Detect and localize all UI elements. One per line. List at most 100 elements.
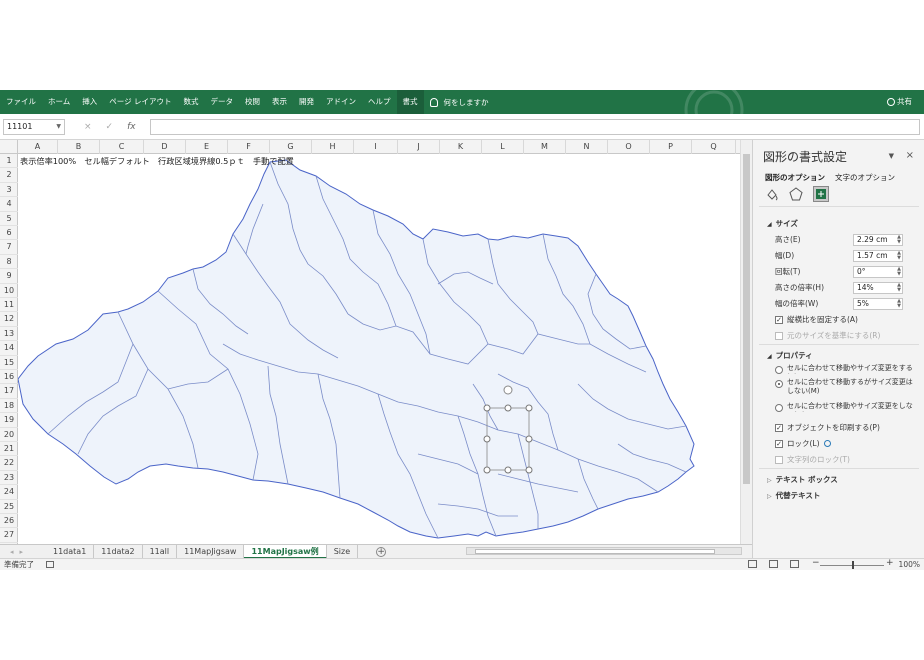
column-header-e[interactable]: E (186, 140, 228, 154)
tab-home[interactable]: ホーム (42, 90, 76, 114)
row-header-21[interactable]: 21 (0, 442, 18, 457)
tab-insert[interactable]: 挿入 (76, 90, 103, 114)
rotation-input[interactable]: 0° ▲ ▼ (853, 266, 903, 278)
sheet-tab-11data2[interactable]: 11data2 (94, 544, 143, 559)
zoom-in-button[interactable]: + (886, 558, 894, 568)
row-header-2[interactable]: 2 (0, 168, 18, 183)
size-properties-icon[interactable] (813, 186, 829, 202)
width-input[interactable]: 1.57 cm ▲ ▼ (853, 250, 903, 262)
scale-height-input[interactable]: 14% ▲ ▼ (853, 282, 903, 294)
radio-move-no-size[interactable]: セルに合わせて移動するがサイズ変更はしない(M) (775, 378, 915, 396)
sheet-tab-11all[interactable]: 11all (143, 544, 178, 559)
zoom-level[interactable]: 100% (899, 559, 920, 571)
row-header-10[interactable]: 10 (0, 284, 18, 298)
worksheet-grid[interactable]: ABCDEFGHIJKLMNOPQ 1 2 3 4 5 6 7 8 9 10 11 12 13 14 15 1… (0, 140, 740, 544)
column-header-l[interactable]: L (482, 140, 524, 154)
tab-format[interactable]: 書式 (396, 90, 424, 114)
row-header-12[interactable]: 12 (0, 312, 18, 327)
properties-section-header[interactable]: ◢ プロパティ (767, 350, 813, 361)
tab-developer[interactable]: 開発 (293, 90, 320, 114)
row-header-5[interactable]: 5 (0, 212, 18, 226)
spinner-icon[interactable]: ▲ ▼ (897, 235, 901, 245)
row-header-24[interactable]: 24 (0, 485, 18, 500)
share-button[interactable]: 共有 (887, 90, 912, 114)
zoom-out-button[interactable]: − (812, 558, 820, 568)
row-header-1[interactable]: 1 (0, 154, 18, 169)
page-layout-view-icon[interactable] (769, 560, 778, 568)
row-header-17[interactable]: 17 (0, 384, 18, 399)
radio-no-move-no-size[interactable]: セルに合わせて移動やサイズ変更をしない(D) (775, 402, 915, 412)
row-header-26[interactable]: 26 (0, 514, 18, 529)
row-header-9[interactable]: 9 (0, 269, 18, 284)
sheet-tab-11data1[interactable]: 11data1 (46, 544, 95, 559)
spinner-icon[interactable]: ▲ ▼ (897, 251, 901, 261)
normal-view-icon[interactable] (748, 560, 757, 568)
spinner-icon[interactable]: ▲ ▼ (897, 267, 901, 277)
alt-text-section-header[interactable]: ▷ 代替テキスト (767, 490, 820, 501)
column-header-d[interactable]: D (144, 140, 186, 154)
cell-a1[interactable]: 表示倍率100% セル幅デフォルト 行政区域境界線0.5ｐｔ 手動で配置 (20, 154, 294, 168)
column-header-n[interactable]: N (566, 140, 608, 154)
fill-line-icon[interactable] (765, 187, 779, 201)
row-header-22[interactable]: 22 (0, 456, 18, 471)
zoom-slider[interactable]: − + (812, 558, 894, 570)
column-header-c[interactable]: C (100, 140, 144, 154)
row-header-13[interactable]: 13 (0, 327, 18, 342)
scale-width-input[interactable]: 5% ▲ ▼ (853, 298, 903, 310)
row-header-7[interactable]: 7 (0, 240, 18, 255)
vertical-scrollbar[interactable] (740, 140, 752, 544)
tab-file[interactable]: ファイル (0, 90, 42, 114)
tab-addins[interactable]: アドイン (320, 90, 362, 114)
map-drawing[interactable] (18, 154, 740, 544)
column-header-k[interactable]: K (440, 140, 482, 154)
row-header-15[interactable]: 15 (0, 356, 18, 370)
zoom-knob[interactable] (852, 561, 854, 569)
macro-record-icon[interactable] (46, 561, 54, 568)
row-header-18[interactable]: 18 (0, 399, 18, 414)
row-header-27[interactable]: 27 (0, 528, 18, 543)
column-header-f[interactable]: F (228, 140, 270, 154)
add-sheet-button[interactable]: + (376, 546, 387, 557)
column-header-b[interactable]: B (58, 140, 100, 154)
tab-text-options[interactable]: 文字のオプション (835, 172, 895, 183)
column-header-a[interactable]: A (18, 140, 58, 154)
textbox-section-header[interactable]: ▷ テキスト ボックス (767, 474, 838, 485)
prefecture-map[interactable] (18, 159, 695, 539)
insert-function-icon[interactable]: fx (127, 122, 136, 132)
column-header-o[interactable]: O (608, 140, 650, 154)
lock-checkbox[interactable]: ✓ ロック(L) (775, 438, 831, 449)
name-box[interactable]: 11101 ▼ (3, 119, 65, 135)
info-icon[interactable] (823, 440, 831, 447)
enter-icon[interactable]: ✓ (106, 122, 114, 132)
sheet-nav-arrows[interactable]: ◂▸ (0, 548, 46, 556)
select-all-corner[interactable] (0, 140, 18, 154)
row-header-25[interactable]: 25 (0, 500, 18, 514)
horizontal-scroll-thumb[interactable] (475, 549, 715, 554)
print-object-checkbox[interactable]: ✓ オブジェクトを印刷する(P) (775, 422, 880, 433)
tab-data[interactable]: データ (205, 90, 240, 114)
column-header-m[interactable]: M (524, 140, 566, 154)
sheet-tab-11mapjigsaw-example[interactable]: 11MapJigsaw例 (244, 544, 327, 559)
vertical-scroll-thumb[interactable] (743, 154, 750, 484)
row-header-6[interactable]: 6 (0, 226, 18, 241)
tab-review[interactable]: 校閲 (239, 90, 266, 114)
row-header-8[interactable]: 8 (0, 255, 18, 270)
page-break-view-icon[interactable] (790, 560, 799, 568)
cancel-icon[interactable]: × (84, 122, 92, 132)
row-header-23[interactable]: 23 (0, 471, 18, 486)
column-header-q[interactable]: Q (692, 140, 736, 154)
cell-area[interactable]: 表示倍率100% セル幅デフォルト 行政区域境界線0.5ｐｔ 手動で配置 (18, 154, 740, 544)
sheet-tab-11mapjigsaw[interactable]: 11MapJigsaw (177, 544, 245, 559)
column-header-g[interactable]: G (270, 140, 312, 154)
formula-input[interactable] (150, 119, 920, 135)
pane-close-button[interactable]: × (906, 150, 914, 161)
tab-formulas[interactable]: 数式 (178, 90, 205, 114)
spinner-icon[interactable]: ▲ ▼ (897, 299, 901, 309)
column-header-i[interactable]: I (354, 140, 398, 154)
chevron-down-icon[interactable]: ▼ (56, 120, 61, 134)
row-header-16[interactable]: 16 (0, 370, 18, 385)
row-header-4[interactable]: 4 (0, 197, 18, 212)
row-header-19[interactable]: 19 (0, 413, 18, 428)
row-header-3[interactable]: 3 (0, 183, 18, 198)
height-input[interactable]: 2.29 cm ▲ ▼ (853, 234, 903, 246)
